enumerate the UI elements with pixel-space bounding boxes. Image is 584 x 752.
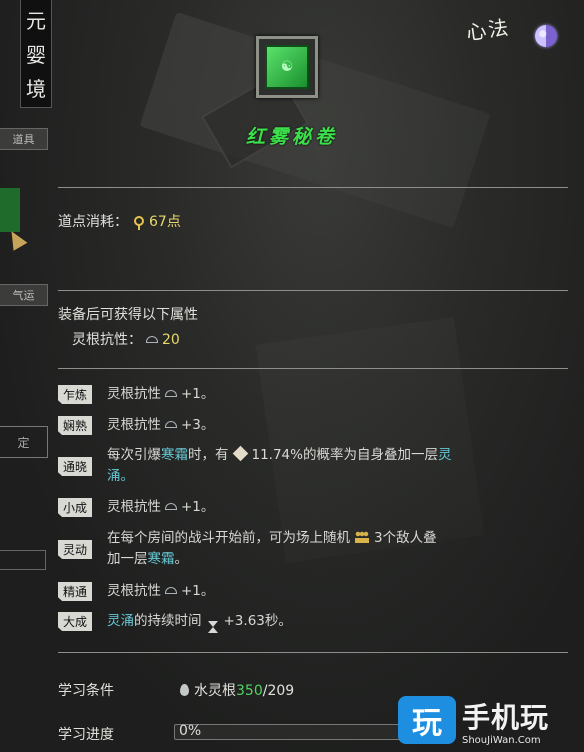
green-book-icon: ☯: [265, 45, 309, 89]
trait-tag: 通晓: [58, 457, 92, 476]
divider: [58, 187, 568, 188]
keyword-frost: 寒霜: [147, 551, 175, 567]
trait-text: 灵根抗性 +1。: [107, 497, 214, 518]
trait-value: +3。: [181, 417, 215, 433]
left-box: [0, 550, 46, 570]
spirit-root-resist-icon: [165, 390, 177, 397]
hourglass-icon: [207, 621, 218, 633]
watermark: 玩 手机玩 ShouJiWan.Com: [398, 690, 584, 752]
learning-progress-bar: 0%: [174, 723, 414, 740]
requirement-value: 水灵根350/209: [174, 680, 294, 700]
trait-value: +1。: [181, 583, 215, 599]
trait-text-part: 每次引爆: [107, 447, 161, 463]
root-name: 水灵根: [194, 683, 236, 699]
confirm-button[interactable]: 定: [0, 426, 48, 458]
cost-label: 道点消耗：: [58, 214, 128, 230]
trait-text-part: 时，有: [188, 447, 229, 463]
trait-tag: 灵动: [58, 540, 92, 559]
trait-tag: 小成: [58, 498, 92, 517]
trait-text: 每次引爆寒霜时，有 11.74%的概率为自身叠加一层灵 涌。: [107, 445, 451, 487]
trait-text-part: 11.74%的概率为自身叠加一层: [251, 447, 438, 463]
root-current: 350: [236, 683, 263, 699]
realm-char: 境: [26, 77, 46, 101]
cost-value: 67点: [149, 214, 181, 230]
trait-text-part: 3个敌人叠: [374, 530, 437, 546]
trait-value: +1。: [181, 499, 215, 515]
enemies-icon: [355, 531, 369, 543]
trait-tag: 娴熟: [58, 416, 92, 435]
equip-stat-label: 灵根抗性：: [72, 332, 142, 348]
trait-tag: 乍炼: [58, 385, 92, 404]
trait-text: 灵根抗性 +1。: [107, 581, 214, 602]
progress-label: 学习进度: [58, 727, 114, 743]
trait-text-part: 。: [174, 551, 189, 567]
keyword-frost: 寒霜: [161, 447, 188, 463]
cost-row: 道点消耗： 67点: [58, 211, 181, 231]
selected-item-slot[interactable]: [0, 188, 20, 232]
item-icon-frame: ☯: [256, 36, 318, 98]
realm-char: 婴: [26, 43, 46, 67]
background-paper: [255, 317, 485, 563]
watermark-brand: 手机玩: [462, 701, 550, 734]
watermark-url: ShouJiWan.Com: [462, 735, 541, 746]
trait-stat: 灵根抗性: [107, 583, 161, 599]
water-drop-icon: [180, 684, 189, 696]
trait-text-part: 的持续时间: [134, 613, 202, 629]
trait-text: 在每个房间的战斗开始前，可为场上随机 3个敌人叠 加一层寒霜。: [107, 528, 437, 570]
trait-text: 灵涌的持续时间 +3.63秒。: [107, 611, 292, 633]
tab-fortune[interactable]: 气运: [0, 284, 48, 306]
realm-char: 元: [26, 9, 46, 33]
trait-text-part: 在每个房间的战斗开始前，可为场上随机: [107, 530, 350, 546]
divider: [58, 652, 568, 653]
left-strip: 元 婴 境 道具 气运 定: [0, 0, 56, 752]
keyword-surge-cont: 涌。: [107, 468, 134, 484]
background: [0, 0, 584, 752]
trait-value: +3.63秒。: [223, 613, 292, 629]
trait-stat: 灵根抗性: [107, 499, 161, 515]
root-required: /209: [262, 683, 295, 699]
trait-stat: 灵根抗性: [107, 386, 161, 402]
spirit-root-resist-icon: [146, 336, 158, 343]
yin-yang-icon[interactable]: [535, 25, 557, 47]
progress-text: 0%: [179, 723, 202, 739]
divider: [58, 368, 568, 369]
trait-text: 灵根抗性 +1。: [107, 384, 214, 405]
realm-badge: 元 婴 境: [20, 0, 52, 108]
keyword-surge: 灵涌: [107, 613, 134, 629]
spirit-root-resist-icon: [165, 421, 177, 428]
keyword-surge: 灵: [437, 447, 452, 463]
trait-text-part: 加一层: [107, 551, 148, 567]
dao-point-icon: [134, 216, 144, 230]
equip-header: 装备后可获得以下属性: [58, 307, 198, 323]
requirement-label: 学习条件: [58, 683, 114, 699]
category-title: 心法: [464, 15, 512, 45]
equip-stat-value: 20: [162, 332, 180, 348]
equip-stat-row: 灵根抗性： 20: [72, 329, 180, 349]
trait-stat: 灵根抗性: [107, 417, 161, 433]
spirit-root-resist-icon: [165, 587, 177, 594]
gem-icon: [232, 445, 248, 462]
divider: [58, 290, 568, 291]
trait-tag: 大成: [58, 612, 92, 631]
item-title: 红雾秘卷: [245, 126, 338, 148]
watermark-logo: 玩: [398, 696, 456, 744]
trait-text: 灵根抗性 +3。: [107, 415, 214, 436]
trait-tag: 精通: [58, 582, 92, 601]
trait-value: +1。: [181, 386, 215, 402]
spirit-root-resist-icon: [165, 503, 177, 510]
